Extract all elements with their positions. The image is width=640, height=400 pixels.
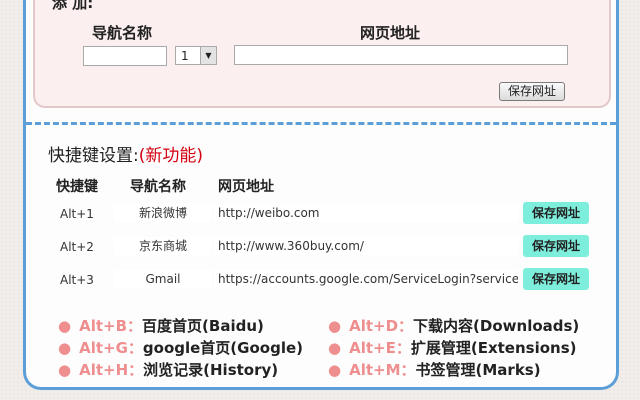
add-url-header: 网页地址 [360,24,421,42]
tip-key: Alt+D： [349,317,414,335]
bullet-icon: ● [58,339,72,357]
shortcut-title-text: 快捷键设置: [48,146,139,166]
add-name-input[interactable] [83,46,167,66]
tip-desc: 扩展管理(Extensions) [410,339,577,357]
tip-alt-b: ● Alt+B：百度首页(Baidu) [58,315,264,336]
tip-desc: google首页(Google) [142,339,303,357]
tip-key: Alt+M： [349,361,416,379]
tip-alt-e: ● Alt+E：扩展管理(Extensions) [328,337,576,358]
shortcut-section-title: 快捷键设置:(新功能) [48,141,203,166]
row2-save-button[interactable]: 保存网址 [523,235,589,257]
bullet-icon: ● [328,361,342,379]
tip-alt-d: ● Alt+D：下载内容(Downloads) [328,315,579,336]
chevron-down-icon[interactable]: ▼ [200,47,216,64]
add-section-title: 添 加: [52,0,94,12]
header-shortcut: 快捷键 [56,179,98,195]
header-url: 网页地址 [218,179,274,195]
row3-name-field[interactable]: Gmail [114,270,212,288]
header-nav-name: 导航名称 [130,179,186,195]
row2-name-field[interactable]: 京东商城 [114,237,212,255]
row1-url-field[interactable]: http://weibo.com [214,204,518,222]
tip-key: Alt+G： [79,339,143,357]
tip-alt-g: ● Alt+G：google首页(Google) [58,337,303,358]
row1-name-field[interactable]: 新浪微博 [114,204,212,222]
row3-url-field[interactable]: https://accounts.google.com/ServiceLogin… [214,270,518,288]
add-name-header: 导航名称 [92,24,153,42]
position-select[interactable]: 1 ▼ [175,46,217,65]
bullet-icon: ● [58,317,72,335]
tip-key: Alt+B： [79,317,143,335]
tip-desc: 下载内容(Downloads) [413,317,580,335]
tip-desc: 百度首页(Baidu) [142,317,264,335]
add-url-input[interactable] [234,45,568,65]
section-divider [26,122,616,125]
new-feature-tag: (新功能) [138,146,203,166]
row1-key: Alt+1 [60,207,94,221]
tip-desc: 书签管理(Marks) [415,361,541,379]
tip-alt-h: ● Alt+H：浏览记录(History) [58,359,278,380]
row3-save-button[interactable]: 保存网址 [523,268,589,290]
row3-key: Alt+3 [60,273,94,287]
add-save-button[interactable]: 保存网址 [499,82,565,101]
tip-alt-m: ● Alt+M：书签管理(Marks) [328,359,541,380]
row2-key: Alt+2 [60,240,94,254]
tip-key: Alt+E： [349,339,411,357]
tip-desc: 浏览记录(History) [143,361,279,379]
row1-save-button[interactable]: 保存网址 [523,202,589,224]
row2-url-field[interactable]: http://www.360buy.com/ [214,237,518,255]
bullet-icon: ● [58,361,72,379]
bullet-icon: ● [328,317,342,335]
tip-key: Alt+H： [79,361,144,379]
bullet-icon: ● [328,339,342,357]
position-select-value: 1 [181,49,189,63]
